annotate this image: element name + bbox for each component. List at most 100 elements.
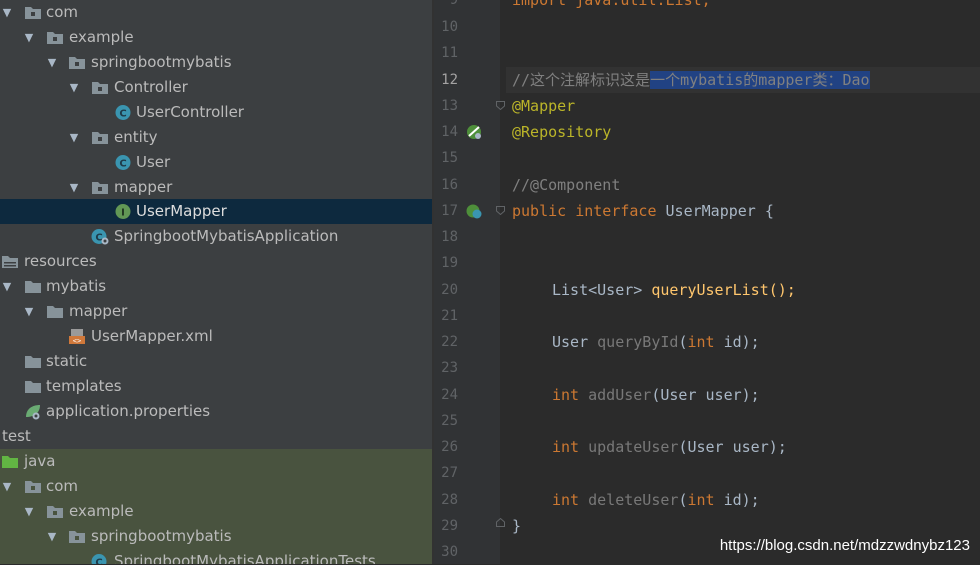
svg-text:C: C bbox=[95, 233, 102, 244]
chevron-down-icon[interactable]: ▼ bbox=[0, 0, 14, 25]
line-number[interactable]: 16 bbox=[434, 172, 458, 198]
line-number[interactable]: 14 bbox=[434, 119, 458, 145]
chevron-down-icon[interactable]: ▼ bbox=[22, 499, 36, 524]
tree-item-label: Controller bbox=[114, 78, 188, 96]
line-number[interactable]: 9 bbox=[434, 0, 458, 13]
code-line-29: } bbox=[512, 513, 521, 539]
tree-item-usermapper-xml[interactable]: <> UserMapper.xml bbox=[0, 324, 432, 349]
chevron-down-icon[interactable]: ▼ bbox=[45, 50, 59, 75]
line-number[interactable]: 29 bbox=[434, 513, 458, 539]
tree-item-test[interactable]: test bbox=[0, 424, 432, 449]
chevron-down-icon[interactable]: ▼ bbox=[67, 175, 81, 200]
line-number[interactable]: 18 bbox=[434, 224, 458, 250]
code-line-14: @Repository bbox=[512, 119, 611, 145]
line-number[interactable]: 22 bbox=[434, 329, 458, 355]
line-number[interactable]: 10 bbox=[434, 14, 458, 40]
keyword-token: int bbox=[552, 386, 580, 404]
tree-item-springbootmybatis-test[interactable]: ▼ springbootmybatis bbox=[0, 524, 432, 549]
tree-item-label: mapper bbox=[69, 302, 128, 320]
chevron-down-icon[interactable]: ▼ bbox=[0, 274, 14, 299]
code-line-9: import java.util.List; bbox=[512, 0, 711, 13]
tree-item-static[interactable]: static bbox=[0, 349, 432, 374]
line-number[interactable]: 24 bbox=[434, 382, 458, 408]
line-number[interactable]: 15 bbox=[434, 145, 458, 171]
tree-item-controller[interactable]: ▼ Controller bbox=[0, 75, 432, 100]
tree-item-mapper-folder[interactable]: ▼ mapper bbox=[0, 299, 432, 324]
xml-file-icon: <> bbox=[69, 329, 85, 345]
spring-boot-app-icon: C bbox=[91, 229, 109, 245]
tree-item-example[interactable]: ▼ example bbox=[0, 25, 432, 50]
line-number[interactable]: 30 bbox=[434, 539, 458, 565]
tree-item-example-test[interactable]: ▼ example bbox=[0, 499, 432, 524]
spring-boot-test-icon: C bbox=[91, 554, 107, 564]
watermark-text: https://blog.csdn.net/mdzzwdnybz123 bbox=[719, 537, 970, 554]
keyword-token: int bbox=[687, 333, 715, 351]
line-number[interactable]: 23 bbox=[434, 355, 458, 381]
line-number[interactable]: 19 bbox=[434, 250, 458, 276]
tree-item-label: mybatis bbox=[46, 277, 107, 295]
tree-item-application-properties[interactable]: application.properties bbox=[0, 399, 432, 424]
tree-item-mapper-package[interactable]: ▼ mapper bbox=[0, 175, 432, 200]
line-number[interactable]: 25 bbox=[434, 408, 458, 434]
tree-item-springbootmybatisapplicationtests[interactable]: C SpringbootMybatisApplicationTests bbox=[0, 549, 432, 564]
chevron-down-icon[interactable]: ▼ bbox=[22, 299, 36, 324]
spring-bean-icon[interactable] bbox=[465, 123, 483, 141]
spring-bean-icon[interactable] bbox=[465, 202, 483, 220]
interface-icon: I bbox=[115, 204, 131, 219]
spring-properties-icon bbox=[26, 405, 40, 420]
tree-item-label: example bbox=[69, 28, 134, 46]
tree-item-label: test bbox=[2, 427, 31, 445]
tree-item-java[interactable]: java bbox=[0, 449, 432, 474]
fold-marker-icon[interactable] bbox=[496, 518, 505, 527]
folder-icon bbox=[25, 281, 41, 293]
line-number[interactable]: 13 bbox=[434, 93, 458, 119]
tree-item-label: UserMapper bbox=[136, 202, 227, 220]
project-tree-panel: ▼ com ▼ example ▼ springbootmybatis ▼ Co… bbox=[0, 0, 432, 564]
tree-item-mybatis[interactable]: ▼ mybatis bbox=[0, 274, 432, 299]
chevron-down-icon[interactable]: ▼ bbox=[67, 75, 81, 100]
tree-item-springbootmybatisapplication[interactable]: C SpringbootMybatisApplication bbox=[0, 224, 432, 249]
chevron-down-icon[interactable]: ▼ bbox=[67, 125, 81, 150]
keyword-token: int bbox=[552, 438, 580, 456]
resources-folder-icon bbox=[2, 256, 18, 268]
param-token: (User user); bbox=[678, 438, 787, 456]
package-folder-icon bbox=[92, 82, 108, 94]
tree-item-label: resources bbox=[24, 252, 97, 270]
line-number[interactable]: 21 bbox=[434, 303, 458, 329]
package-folder-icon bbox=[47, 506, 63, 518]
line-number[interactable]: 20 bbox=[434, 277, 458, 303]
package-folder-icon bbox=[69, 57, 85, 69]
line-number[interactable]: 12 bbox=[434, 67, 458, 93]
line-number[interactable]: 11 bbox=[434, 40, 458, 66]
tree-item-user[interactable]: C User bbox=[0, 150, 432, 175]
package-folder-icon bbox=[25, 481, 41, 493]
brace-token: } bbox=[512, 517, 522, 535]
tree-item-usercontroller[interactable]: C UserController bbox=[0, 100, 432, 125]
tree-item-label: UserMapper.xml bbox=[91, 327, 213, 345]
folder-icon bbox=[25, 356, 41, 368]
tree-item-usermapper[interactable]: I UserMapper bbox=[0, 199, 432, 224]
tree-item-entity[interactable]: ▼ entity bbox=[0, 125, 432, 150]
line-number[interactable]: 27 bbox=[434, 460, 458, 486]
tree-item-resources[interactable]: resources bbox=[0, 249, 432, 274]
line-number[interactable]: 26 bbox=[434, 434, 458, 460]
tree-item-com[interactable]: ▼ com bbox=[0, 0, 432, 25]
tree-item-label: mapper bbox=[114, 178, 173, 196]
line-number[interactable]: 17 bbox=[434, 198, 458, 224]
folder-icon bbox=[47, 306, 63, 318]
fold-marker-icon[interactable] bbox=[496, 101, 505, 110]
test-source-folder-icon bbox=[2, 456, 18, 468]
fold-marker-icon[interactable] bbox=[496, 206, 505, 215]
line-number[interactable]: 28 bbox=[434, 487, 458, 513]
chevron-down-icon[interactable]: ▼ bbox=[22, 25, 36, 50]
tree-item-com-test[interactable]: ▼ com bbox=[0, 474, 432, 499]
tree-item-templates[interactable]: templates bbox=[0, 374, 432, 399]
chevron-down-icon[interactable]: ▼ bbox=[0, 474, 14, 499]
tree-item-springbootmybatis[interactable]: ▼ springbootmybatis bbox=[0, 50, 432, 75]
folder-icon bbox=[25, 381, 41, 393]
chevron-down-icon[interactable]: ▼ bbox=[45, 524, 59, 549]
tree-item-label: entity bbox=[114, 128, 158, 146]
tree-item-label: springbootmybatis bbox=[91, 527, 232, 545]
type-token: User bbox=[552, 333, 589, 351]
keyword-token: public bbox=[512, 202, 567, 220]
